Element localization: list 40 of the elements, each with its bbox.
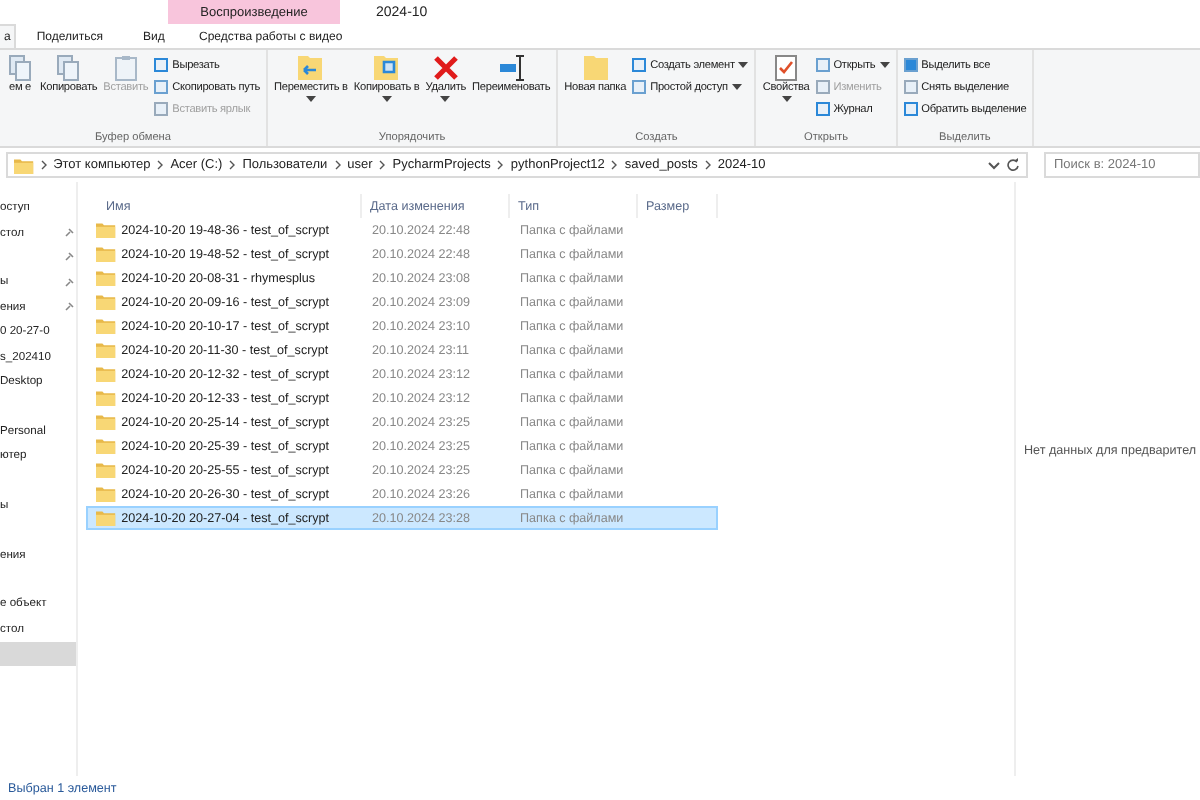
folder-icon: [96, 222, 116, 238]
rename-icon: [497, 54, 526, 82]
folder-icon: [581, 54, 610, 82]
chevron-icon: [156, 160, 165, 170]
folder-icon: [96, 390, 116, 406]
folder-icon: [96, 462, 116, 478]
pin-icon: [64, 252, 74, 263]
folder-icon: [296, 54, 325, 82]
chevron-icon: [39, 160, 48, 170]
folder-icon: [96, 414, 116, 430]
folder-icon: [96, 366, 116, 382]
chevron-icon: [333, 160, 342, 170]
chevron-icon: [378, 160, 387, 170]
pin-icon: [64, 302, 74, 313]
pin-icon: [64, 228, 74, 239]
folder-icon: [96, 486, 116, 502]
chevron-icon: [610, 160, 619, 170]
folder-icon: [96, 294, 116, 310]
pin-icon: [64, 277, 74, 288]
folder-icon: [96, 318, 116, 334]
caret-icon: [738, 62, 749, 68]
folder-icon: [96, 510, 116, 526]
folder-icon: [96, 270, 116, 286]
folder-icon: [96, 246, 116, 262]
caret-icon: [731, 84, 742, 90]
chevron-icon: [228, 160, 237, 170]
folder-icon: [96, 438, 116, 454]
chevron-icon: [703, 160, 712, 170]
folder-icon: [14, 157, 34, 173]
close-icon: [431, 54, 460, 82]
caret-icon: [781, 96, 792, 102]
caret-icon: [879, 62, 890, 68]
folder-icon: [372, 54, 401, 82]
folder-icon: [96, 342, 116, 358]
caret-icon: [305, 96, 316, 102]
chevron-down-icon[interactable]: [988, 161, 1000, 169]
caret-icon: [440, 96, 451, 102]
refresh-icon[interactable]: [1006, 158, 1020, 172]
caret-icon: [381, 96, 392, 102]
chevron-icon: [496, 160, 505, 170]
